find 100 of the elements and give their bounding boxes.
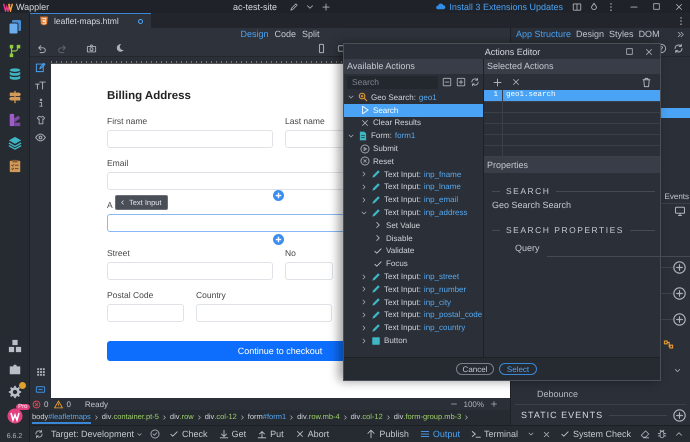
action-tree-item[interactable]: Text Input: inp_fname	[344, 168, 483, 181]
target-dropdown[interactable]: Target: Development	[51, 429, 144, 439]
add-event-icon[interactable]	[673, 286, 686, 300]
delete-icon[interactable]	[641, 76, 652, 88]
zoom-in-icon[interactable]	[490, 400, 498, 408]
file-tab[interactable]: leaflet-maps.html	[30, 13, 151, 28]
avatar-icon[interactable]	[6, 408, 22, 424]
add-event-icon[interactable]	[673, 312, 686, 326]
panel-toggle-button[interactable]: Publish	[364, 429, 411, 439]
maximize-icon[interactable]	[625, 47, 634, 56]
select-button[interactable]: Select	[499, 363, 537, 375]
panel-tab[interactable]: DOM	[638, 29, 660, 39]
refresh-icon[interactable]	[673, 42, 684, 54]
search-field[interactable]: Search	[347, 76, 438, 88]
panel-tab[interactable]: Styles	[609, 29, 634, 39]
flow-icon[interactable]	[663, 339, 674, 350]
close-icon[interactable]	[542, 430, 551, 438]
system-check-button[interactable]: System Check	[558, 429, 633, 439]
files-icon[interactable]	[6, 19, 22, 35]
layout-icon[interactable]	[572, 2, 582, 12]
chevron-right-icon[interactable]	[360, 336, 368, 345]
more-panels-icon[interactable]	[676, 30, 685, 38]
action-tree-item[interactable]: Reset	[344, 154, 483, 168]
action-tree-item[interactable]: Disable	[344, 232, 483, 245]
chevron-right-icon[interactable]	[360, 285, 368, 294]
chevron-right-icon[interactable]	[360, 298, 368, 306]
gear-icon[interactable]	[8, 385, 22, 399]
text-size-icon[interactable]	[35, 80, 46, 91]
action-tree-item[interactable]: Geo Search: geo1	[344, 91, 483, 104]
caret-icon[interactable]	[526, 430, 535, 438]
insert-above-icon[interactable]	[273, 190, 284, 201]
cancel-button[interactable]: Cancel	[456, 363, 494, 375]
view-mode-tab[interactable]: Split	[302, 29, 320, 39]
action-tree-item[interactable]: Set Value	[344, 218, 483, 232]
action-tree-item[interactable]: Text Input: inp_lname	[344, 180, 483, 194]
chevron-right-icon[interactable]	[360, 272, 368, 281]
packages-icon[interactable]	[8, 339, 22, 353]
panel-tab[interactable]: App Structure	[516, 29, 572, 39]
database-icon[interactable]	[8, 67, 22, 81]
phone-icon[interactable]	[316, 42, 327, 54]
clipboard-icon[interactable]	[8, 159, 22, 173]
view-mode-tab[interactable]: Code	[274, 29, 296, 39]
toolbar-button[interactable]: Abort	[292, 429, 332, 439]
camera-icon[interactable]	[86, 42, 97, 54]
project-name[interactable]: ac-test-site	[233, 2, 278, 12]
refresh-icon[interactable]	[34, 429, 44, 439]
moon-icon[interactable]	[115, 43, 125, 53]
action-tree-item[interactable]: Validate	[344, 244, 483, 258]
add-event-icon[interactable]	[673, 408, 686, 422]
insert-below-icon[interactable]	[273, 234, 284, 245]
drop-icon[interactable]	[589, 2, 599, 12]
add-event-icon[interactable]	[673, 260, 686, 274]
panel-toggle-button[interactable]: Terminal	[468, 429, 520, 439]
toolbar-button[interactable]: Put	[255, 429, 286, 439]
add-icon[interactable]	[492, 76, 503, 88]
action-tree-item[interactable]: Clear Results	[344, 116, 483, 130]
maximize-icon[interactable]	[652, 2, 661, 11]
action-tree-item[interactable]: Text Input: inp_number	[344, 282, 483, 296]
action-tree-item[interactable]: Form: form1	[344, 129, 483, 142]
edit-icon[interactable]	[289, 2, 300, 12]
refresh-icon[interactable]	[470, 77, 480, 87]
events-tab[interactable]: Events	[664, 192, 689, 201]
action-tree-item[interactable]: Text Input: inp_postal_code	[344, 308, 483, 322]
action-tree-item[interactable]: Submit	[344, 142, 483, 155]
add-icon[interactable]	[321, 2, 332, 12]
action-tree-item[interactable]: Focus	[344, 257, 483, 270]
bug-icon[interactable]	[657, 429, 667, 439]
action-tree-item[interactable]: Text Input: inp_address	[344, 206, 483, 219]
chevron-right-icon[interactable]	[360, 170, 368, 178]
action-tree-item[interactable]: Text Input: inp_street	[344, 270, 483, 283]
action-tree-item[interactable]: Text Input: inp_email	[344, 193, 483, 206]
panel-toggle-button[interactable]: Output	[418, 429, 462, 439]
collapse-all-icon[interactable]	[442, 77, 452, 87]
close-icon[interactable]	[674, 2, 684, 12]
check-circle-icon[interactable]	[150, 429, 160, 439]
grid-icon[interactable]	[36, 367, 46, 377]
palette-icon[interactable]	[8, 113, 22, 127]
edit-icon[interactable]	[35, 62, 46, 73]
shirt-icon[interactable]	[36, 115, 46, 125]
branch-icon[interactable]	[8, 44, 22, 58]
chevron-right-icon[interactable]	[360, 324, 368, 332]
chevron-right-icon[interactable]	[360, 310, 368, 319]
action-tree-item[interactable]: Text Input: inp_country	[344, 321, 483, 334]
chevron-right-icon[interactable]	[360, 182, 368, 191]
action-tree-item[interactable]: Text Input: inp_city	[344, 296, 483, 309]
close-icon[interactable]	[644, 46, 654, 56]
remove-icon[interactable]	[511, 77, 521, 87]
chevron-right-icon[interactable]	[360, 196, 368, 204]
update-link[interactable]: Install 3 Extensions Updates	[449, 2, 563, 12]
eraser-icon[interactable]	[640, 429, 650, 439]
rectangle-icon[interactable]	[35, 384, 46, 395]
expand-all-icon[interactable]	[456, 77, 466, 87]
toolbar-button[interactable]: Check	[167, 429, 210, 439]
undo-icon[interactable]	[36, 42, 47, 54]
eye-icon[interactable]	[35, 132, 46, 143]
panel-tab[interactable]: Design	[576, 29, 604, 39]
layers-icon[interactable]	[8, 136, 22, 150]
toolbar-button[interactable]: Get	[216, 429, 248, 439]
view-mode-tab[interactable]: Design	[240, 29, 268, 39]
signpost-icon[interactable]	[8, 90, 22, 104]
